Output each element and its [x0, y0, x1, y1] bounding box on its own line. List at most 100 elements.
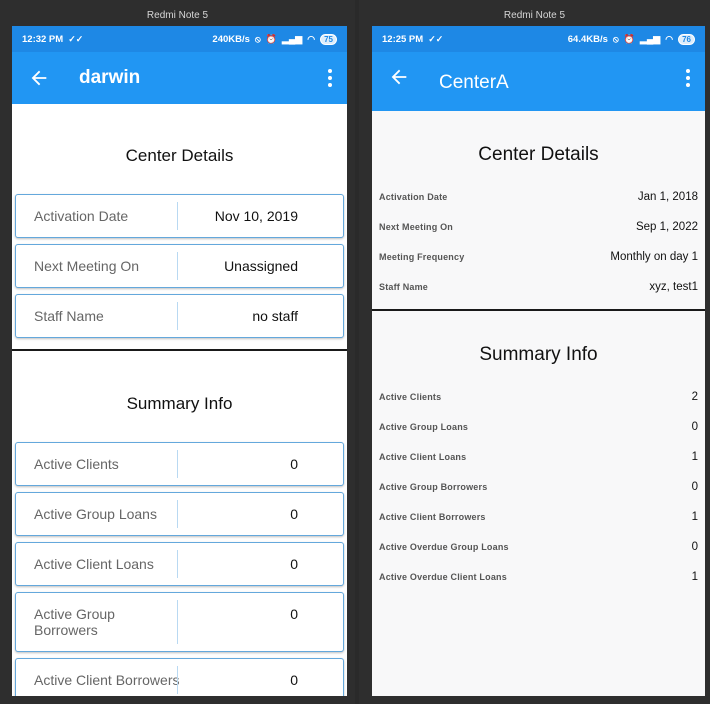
- summary-row: Active Client Borrowers 1: [379, 511, 698, 528]
- status-speed: 240KB/s: [212, 33, 250, 45]
- detail-label: Activation Date: [379, 192, 448, 202]
- summary-label: Active Group Loans: [379, 422, 469, 432]
- check-icon: ✓✓: [68, 33, 84, 44]
- divider: [177, 666, 178, 694]
- summary-value: 1: [691, 451, 698, 463]
- summary-title: Summary Info: [126, 394, 233, 413]
- detail-row: Staff Name xyz, test1: [379, 281, 698, 298]
- summary-row: Active Client Loans 1: [379, 451, 698, 468]
- mute-icon: ⦸: [254, 33, 261, 44]
- summary-row: Active Client Borrowers 0: [15, 658, 344, 696]
- left-device-window: Redmi Note 5 12:32 PM ✓✓ 240KB/s ⦸ ⏰ ▂▄▆…: [0, 0, 355, 704]
- summary-value: 0: [691, 541, 698, 553]
- summary-value: 0: [290, 606, 298, 622]
- more-vert-icon[interactable]: [685, 68, 691, 88]
- summary-value: 1: [691, 511, 698, 523]
- summary-row: Active Group Loans 0: [15, 492, 344, 536]
- back-arrow-icon[interactable]: [388, 66, 410, 88]
- summary-label: Active Client Loans: [34, 556, 154, 572]
- summary-value: 1: [691, 571, 698, 583]
- detail-label: Staff Name: [34, 308, 104, 324]
- detail-label: Next Meeting On: [379, 222, 454, 232]
- app-bar: darwin: [12, 52, 347, 104]
- detail-label: Activation Date: [34, 208, 129, 224]
- battery-icon: 76: [678, 33, 695, 45]
- detail-value: xyz, test1: [649, 281, 698, 293]
- app-bar: CenterA: [372, 52, 705, 111]
- summary-row: Active Clients 2: [379, 391, 698, 408]
- center-details-title: Center Details: [125, 146, 234, 165]
- summary-label: Active Client Borrowers: [379, 512, 486, 522]
- summary-row: Active Overdue Group Loans 0: [379, 541, 698, 558]
- divider: [177, 302, 178, 330]
- detail-row: Meeting Frequency Monthly on day 1: [379, 251, 698, 268]
- detail-value: no staff: [252, 308, 298, 324]
- divider: [177, 550, 178, 578]
- summary-label: Active Group Borrowers: [379, 482, 488, 492]
- wifi-icon: ◠: [307, 33, 316, 44]
- summary-row: Active Client Loans 0: [15, 542, 344, 586]
- detail-row: Activation Date Jan 1, 2018: [379, 191, 698, 208]
- summary-row: Active Group Borrowers 0: [15, 592, 344, 652]
- back-arrow-icon[interactable]: [28, 67, 50, 89]
- summary-label: Active Overdue Group Loans: [379, 542, 509, 552]
- center-details-title: Center Details: [478, 144, 599, 165]
- detail-value: Monthly on day 1: [610, 251, 698, 263]
- phone-screen: 12:32 PM ✓✓ 240KB/s ⦸ ⏰ ▂▄▆ ◠ 75 darwin …: [12, 26, 347, 696]
- mute-icon: ⦸: [612, 33, 619, 44]
- status-bar: 12:32 PM ✓✓ 240KB/s ⦸ ⏰ ▂▄▆ ◠ 75: [12, 26, 347, 52]
- summary-value: 0: [290, 506, 298, 522]
- phone-screen: 12:25 PM ✓✓ 64.4KB/s ⦸ ⏰ ▂▄▆ ◠ 76 Center…: [372, 26, 705, 696]
- divider: [177, 450, 178, 478]
- detail-label: Meeting Frequency: [379, 252, 465, 262]
- detail-label: Staff Name: [379, 282, 429, 292]
- divider: [177, 600, 178, 644]
- divider: [177, 500, 178, 528]
- status-bar: 12:25 PM ✓✓ 64.4KB/s ⦸ ⏰ ▂▄▆ ◠ 76: [372, 26, 705, 52]
- summary-row: Active Group Borrowers 0: [379, 481, 698, 498]
- signal-icon: ▂▄▆: [640, 33, 661, 44]
- status-speed: 64.4KB/s: [567, 33, 608, 45]
- status-time: 12:25 PM: [382, 33, 424, 45]
- summary-value: 0: [290, 672, 298, 688]
- summary-label: Active Overdue Client Loans: [379, 572, 507, 582]
- summary-title: Summary Info: [479, 344, 598, 365]
- window-title: Redmi Note 5: [146, 10, 209, 21]
- summary-row: Active Clients 0: [15, 442, 344, 486]
- detail-label: Next Meeting On: [34, 258, 140, 274]
- summary-label: Active Clients: [34, 456, 119, 472]
- right-device-window: Redmi Note 5 12:25 PM ✓✓ 64.4KB/s ⦸ ⏰ ▂▄…: [359, 0, 710, 704]
- summary-label: Active Client Loans: [379, 452, 467, 462]
- summary-label: Active Clients: [379, 392, 442, 402]
- check-icon: ✓✓: [428, 33, 444, 44]
- status-time: 12:32 PM: [22, 33, 64, 45]
- detail-value: Sep 1, 2022: [635, 221, 698, 233]
- summary-row: Active Group Loans 0: [379, 421, 698, 438]
- battery-icon: 75: [320, 33, 337, 45]
- alarm-icon: ⏰: [623, 33, 635, 44]
- detail-value: Unassigned: [224, 258, 298, 274]
- window-title: Redmi Note 5: [503, 10, 566, 21]
- summary-label: Active Group Borrowers: [34, 606, 115, 638]
- summary-value: 0: [290, 556, 298, 572]
- divider: [177, 252, 178, 280]
- more-vert-icon[interactable]: [327, 68, 333, 88]
- summary-row: Active Overdue Client Loans 1: [379, 571, 698, 588]
- summary-value: 0: [691, 421, 698, 433]
- app-title: darwin: [79, 67, 141, 88]
- wifi-icon: ◠: [665, 33, 674, 44]
- signal-icon: ▂▄▆: [282, 33, 303, 44]
- detail-value: Nov 10, 2019: [214, 208, 298, 224]
- divider: [177, 202, 178, 230]
- summary-value: 0: [691, 481, 698, 493]
- summary-label: Active Group Loans: [34, 506, 157, 522]
- summary-label: Active Client Borrowers: [34, 672, 180, 688]
- detail-row: Next Meeting On Unassigned: [15, 244, 344, 288]
- section-divider: [12, 349, 347, 351]
- detail-value: Jan 1, 2018: [637, 191, 698, 203]
- section-divider: [372, 309, 705, 311]
- alarm-icon: ⏰: [265, 33, 277, 44]
- app-title: CenterA: [439, 72, 509, 93]
- detail-row: Staff Name no staff: [15, 294, 344, 338]
- detail-row: Next Meeting On Sep 1, 2022: [379, 221, 698, 238]
